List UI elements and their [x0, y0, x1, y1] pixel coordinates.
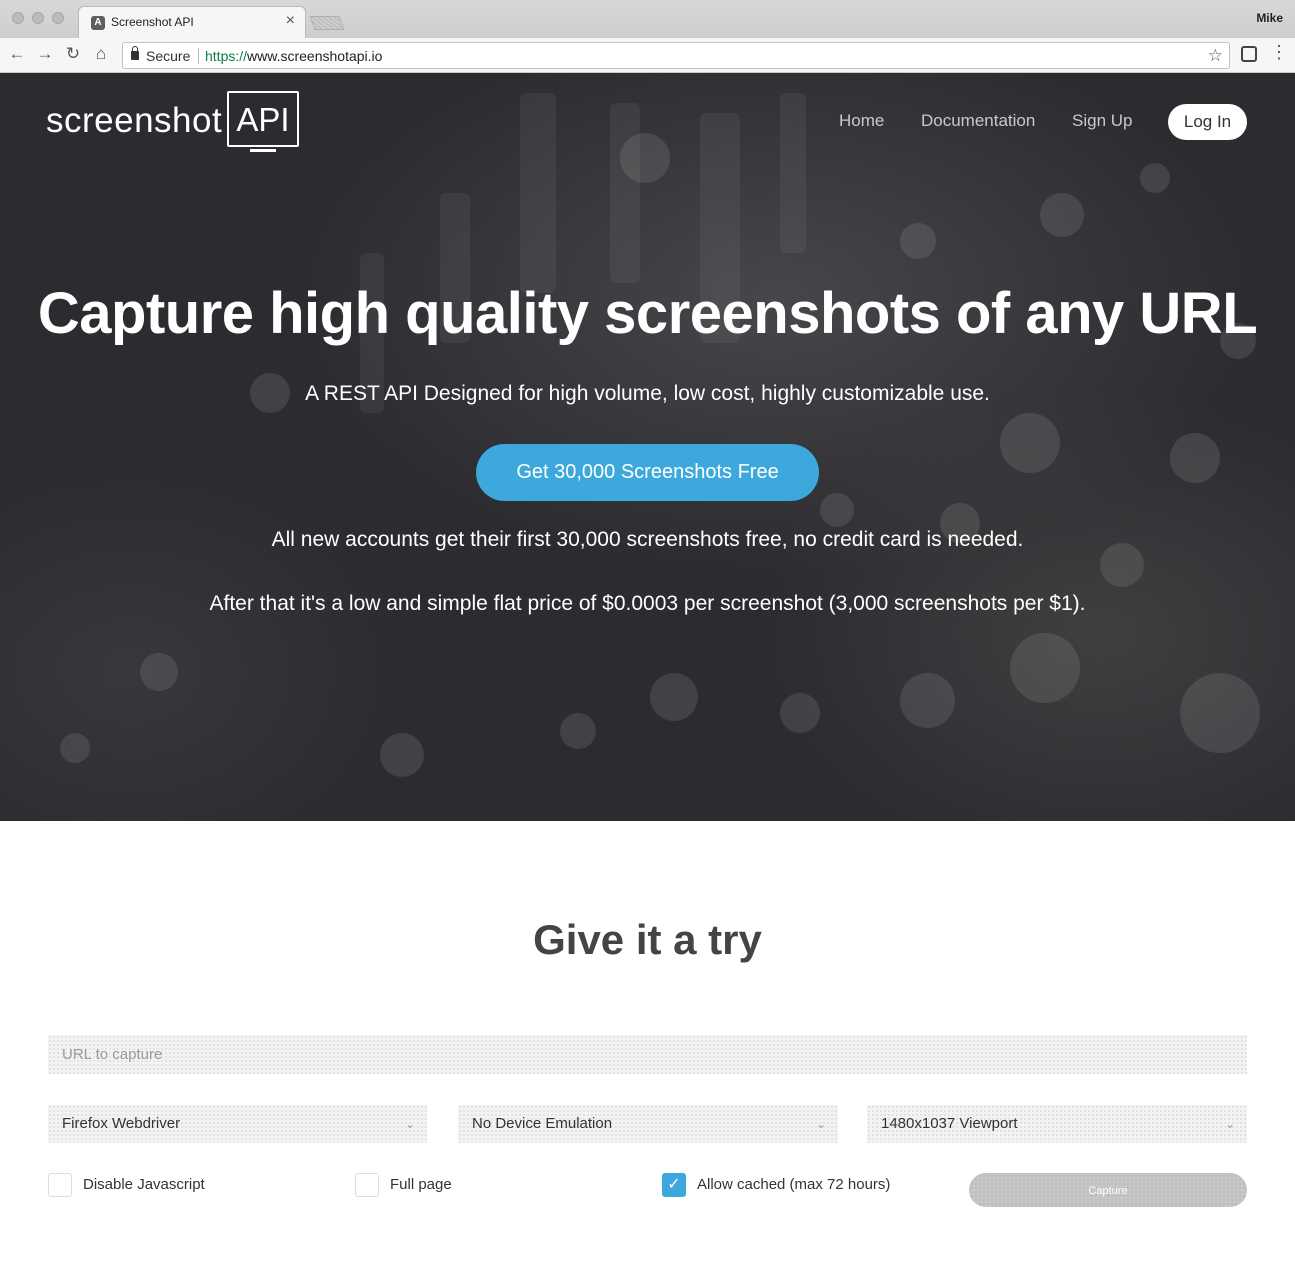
maximize-window-icon[interactable]	[52, 12, 64, 24]
hero-note-pricing: After that it's a low and simple flat pr…	[209, 592, 1086, 615]
menu-icon[interactable]: ⋮	[1270, 43, 1288, 61]
bookmark-star-icon[interactable]: ☆	[1208, 46, 1223, 66]
bg-decoration	[610, 103, 640, 283]
logo-monitor-icon: API	[227, 91, 299, 147]
bg-decoration	[780, 693, 820, 733]
bg-decoration	[1180, 673, 1260, 753]
minimize-window-icon[interactable]	[32, 12, 44, 24]
disable-javascript-checkbox[interactable]	[48, 1173, 72, 1197]
nav-documentation[interactable]: Documentation	[921, 111, 1035, 131]
back-icon[interactable]: ←	[7, 44, 27, 64]
bg-decoration	[1000, 413, 1060, 473]
chevron-down-icon: ⌄	[404, 1117, 415, 1131]
browser-tab[interactable]: A Screenshot API ×	[78, 6, 306, 38]
reload-icon[interactable]: ↻	[63, 44, 83, 64]
new-tab-button[interactable]	[309, 16, 345, 30]
disable-javascript-label[interactable]: Disable Javascript	[83, 1176, 205, 1193]
bg-decoration	[650, 673, 698, 721]
address-bar[interactable]: Secure https://www.screenshotapi.io ☆	[122, 42, 1230, 69]
tab-title: Screenshot API	[111, 15, 194, 29]
url-host: www.screenshotapi.io	[247, 48, 383, 64]
forward-icon[interactable]: →	[35, 44, 55, 64]
bg-decoration	[380, 733, 424, 777]
browser-toolbar: ← → ↻ ⌂ Secure https://www.screenshotapi…	[0, 38, 1295, 73]
bg-decoration	[620, 133, 670, 183]
bg-decoration	[1140, 163, 1170, 193]
logo-stand	[250, 149, 276, 152]
url-protocol: https://	[205, 48, 248, 64]
bg-decoration	[520, 93, 556, 293]
bg-decoration	[1040, 193, 1084, 237]
lock-icon	[131, 46, 139, 60]
nav-sign-up[interactable]: Sign Up	[1072, 111, 1132, 131]
omnibox-divider	[198, 48, 199, 64]
hero-subtitle: A REST API Designed for high volume, low…	[305, 382, 990, 405]
home-icon[interactable]: ⌂	[91, 44, 111, 64]
secure-label: Secure	[146, 48, 191, 64]
close-window-icon[interactable]	[12, 12, 24, 24]
bg-decoration	[900, 223, 936, 259]
angular-icon: A	[91, 16, 105, 30]
logo-box-text: API	[236, 101, 290, 138]
bg-decoration	[900, 673, 955, 728]
chevron-down-icon: ⌄	[1224, 1117, 1235, 1131]
profile-name[interactable]: Mike	[1256, 11, 1283, 25]
full-page-checkbox[interactable]	[355, 1173, 379, 1197]
close-tab-icon[interactable]: ×	[286, 12, 295, 30]
browser-select-value: Firefox Webdriver	[62, 1115, 181, 1132]
bg-decoration	[140, 653, 178, 691]
nav-home[interactable]: Home	[839, 111, 884, 131]
url-text[interactable]: https://www.screenshotapi.io	[205, 48, 382, 64]
logo-word: screenshot	[46, 101, 223, 140]
capture-button[interactable]: Capture	[969, 1173, 1247, 1207]
bg-decoration	[560, 713, 596, 749]
get-free-screenshots-button[interactable]: Get 30,000 Screenshots Free	[476, 444, 819, 501]
bg-decoration	[60, 733, 90, 763]
device-select[interactable]: No Device Emulation ⌄	[458, 1105, 838, 1143]
viewport-select-value: 1480x1037 Viewport	[881, 1115, 1018, 1132]
bg-decoration	[780, 93, 806, 253]
full-page-label[interactable]: Full page	[390, 1176, 452, 1193]
hero-note-free: All new accounts get their first 30,000 …	[271, 528, 1024, 551]
device-select-value: No Device Emulation	[472, 1115, 613, 1132]
allow-cached-label[interactable]: Allow cached (max 72 hours)	[697, 1176, 890, 1193]
viewport-select[interactable]: 1480x1037 Viewport ⌄	[867, 1105, 1247, 1143]
url-capture-input[interactable]	[48, 1035, 1247, 1074]
browser-titlebar: A Screenshot API × Mike	[0, 0, 1295, 38]
login-button[interactable]: Log In	[1168, 104, 1247, 140]
hero-section: screenshot API Home Documentation Sign U…	[0, 73, 1295, 821]
hero-title: Capture high quality screenshots of any …	[37, 281, 1258, 346]
bg-decoration	[1010, 633, 1080, 703]
extension-icon[interactable]	[1241, 46, 1257, 62]
allow-cached-checkbox[interactable]: ✓	[662, 1173, 686, 1197]
checkmark-icon: ✓	[667, 1176, 681, 1193]
chevron-down-icon: ⌄	[815, 1117, 826, 1131]
bg-decoration	[1170, 433, 1220, 483]
browser-select[interactable]: Firefox Webdriver ⌄	[48, 1105, 427, 1143]
bg-decoration	[820, 493, 854, 527]
try-section-title: Give it a try	[533, 916, 762, 963]
